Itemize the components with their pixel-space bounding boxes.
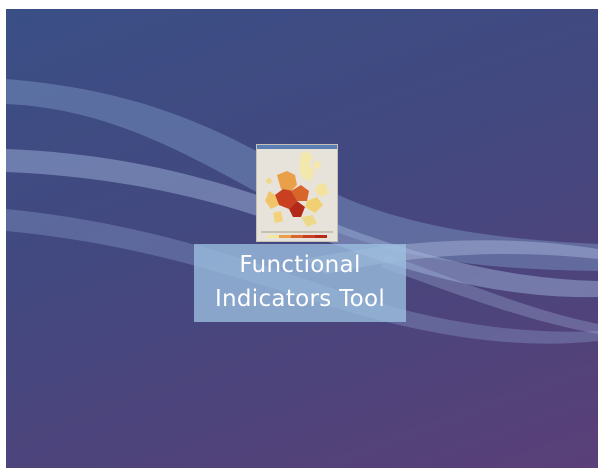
icon-label-line-1: Functional (239, 252, 361, 278)
icon-label-line-2: Indicators Tool (214, 286, 386, 312)
functional-indicators-tool-icon[interactable]: Functional Indicators Tool (194, 144, 406, 324)
europe-map-thumbnail-icon (256, 144, 338, 242)
icon-label: Functional Indicators Tool (194, 244, 406, 322)
desktop-background: Functional Indicators Tool (6, 9, 598, 468)
